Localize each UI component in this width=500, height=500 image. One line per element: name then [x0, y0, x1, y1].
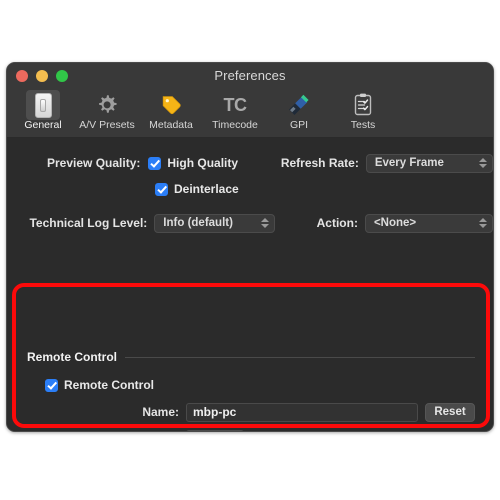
refresh-rate-select[interactable]: Every Frame [365, 153, 493, 173]
refresh-rate-stepper-icon[interactable] [479, 158, 488, 168]
high-quality-checkbox[interactable]: High Quality [148, 156, 238, 170]
window-titlebar: Preferences [7, 63, 493, 89]
toolbar-item-av-presets[interactable]: A/V Presets [75, 89, 139, 131]
tc-icon: TC [223, 95, 248, 115]
toolbar-item-tests-label: Tests [350, 119, 376, 131]
group-separator [125, 356, 475, 358]
preferences-window: Preferences General A/V Presets Metadata… [6, 62, 494, 432]
window-title: Preferences [214, 68, 286, 83]
high-quality-label: High Quality [167, 156, 239, 170]
toolbar-item-av-presets-label: A/V Presets [79, 119, 135, 131]
gear-icon [90, 90, 124, 120]
row-preview-quality: Preview Quality: High Quality Refresh Ra… [7, 152, 493, 174]
technical-log-level-select[interactable]: Info (default) [154, 213, 275, 233]
reset-button-label: Reset [434, 406, 466, 418]
name-input-value: mbp-pc [193, 405, 237, 419]
deinterlace-label: Deinterlace [174, 182, 239, 196]
device-icon [26, 90, 60, 120]
refresh-rate-value: Every Frame [374, 157, 444, 169]
toolbar-item-timecode[interactable]: TC Timecode [203, 89, 267, 131]
name-label: Name: [142, 405, 179, 419]
high-quality-checkbox-box[interactable] [148, 156, 162, 170]
refresh-rate-label: Refresh Rate: [280, 156, 359, 170]
toolbar-item-general-label: General [24, 119, 62, 131]
technical-log-level-label: Technical Log Level: [29, 216, 148, 230]
screenshot-canvas: Preferences General A/V Presets Metadata… [0, 0, 500, 500]
reset-button[interactable]: Reset [425, 402, 475, 422]
action-label: Action: [316, 216, 358, 230]
toolbar-item-general[interactable]: General [11, 89, 75, 131]
preview-quality-label: Preview Quality: [47, 156, 141, 170]
technical-log-level-value: Info (default) [163, 217, 233, 229]
row-technical-log-level: Technical Log Level: Info (default) Acti… [7, 212, 493, 234]
preferences-toolbar: General A/V Presets Metadata TC Timecode… [7, 89, 493, 138]
toolbar-item-metadata-label: Metadata [149, 119, 193, 131]
general-pane: Preview Quality: High Quality Refresh Ra… [7, 138, 493, 431]
row-deinterlace: Deinterlace [7, 178, 493, 200]
remote-control-group-title: Remote Control [27, 350, 117, 364]
toolbar-item-gpi-label: GPI [289, 119, 309, 131]
tag-icon [154, 90, 188, 120]
deinterlace-checkbox[interactable]: Deinterlace [155, 182, 239, 196]
toolbar-item-timecode-label: Timecode [212, 119, 258, 131]
clipboard-icon [346, 90, 380, 120]
connector-icon [282, 90, 316, 120]
action-stepper-icon[interactable] [478, 218, 487, 228]
remote-control-group-header: Remote Control [27, 349, 475, 365]
remote-control-group: Remote Control Remote Control Name: mbp-… [27, 349, 475, 431]
row-port-number: Port Number: 8080 Single Viewer HTTP UI [27, 428, 475, 431]
action-select[interactable]: <None> [364, 213, 493, 233]
toolbar-item-tests[interactable]: Tests [331, 89, 395, 131]
remote-control-checkbox-box[interactable] [45, 378, 58, 392]
row-remote-control-enable: Remote Control [45, 374, 475, 396]
toolbar-item-gpi[interactable]: GPI [267, 89, 331, 131]
action-value: <None> [373, 217, 417, 229]
technical-log-level-stepper-icon[interactable] [260, 218, 269, 228]
remote-control-enable-label: Remote Control [64, 378, 154, 392]
name-input[interactable]: mbp-pc [186, 402, 418, 422]
toolbar-item-metadata[interactable]: Metadata [139, 89, 203, 131]
deinterlace-checkbox-box[interactable] [155, 182, 168, 196]
row-name: Name: mbp-pc Reset [27, 401, 475, 423]
port-number-input[interactable]: 8080 [186, 429, 244, 431]
remote-control-checkbox[interactable]: Remote Control [45, 378, 154, 392]
